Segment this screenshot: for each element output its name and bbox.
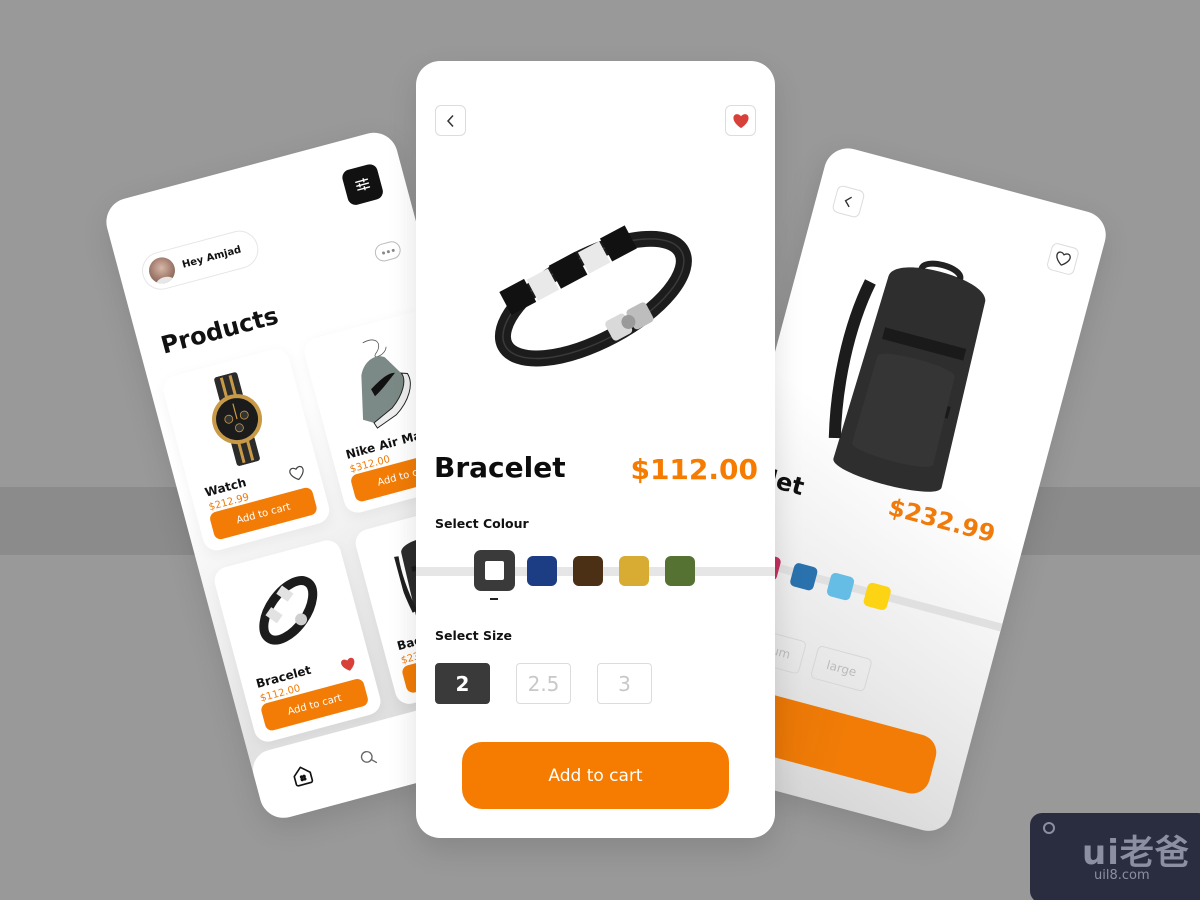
favorite-button[interactable] [725, 105, 756, 136]
home-icon[interactable] [289, 762, 317, 793]
heart-outline-icon[interactable] [287, 464, 307, 486]
sliders-icon [355, 178, 371, 191]
watermark-url: uil8.com [1094, 868, 1150, 883]
product-card-watch[interactable]: Watch $212.99 Add to cart [160, 345, 333, 554]
watch-image [183, 363, 292, 475]
product-price: $112.00 [630, 453, 758, 486]
colour-options [474, 550, 695, 600]
bracelet-hero-image [472, 191, 712, 401]
product-name: Bracelet [434, 451, 566, 484]
chevron-left-icon [446, 114, 454, 127]
add-to-cart-button[interactable]: Add to cart [462, 742, 729, 809]
colour-swatch[interactable] [527, 555, 557, 586]
watermark-badge: ui老爸 uil8.com [1030, 813, 1200, 900]
favorite-button[interactable] [1045, 241, 1081, 277]
colour-swatch[interactable] [789, 562, 819, 592]
size-option[interactable]: 2 [435, 663, 490, 704]
filter-button[interactable] [340, 162, 385, 207]
colour-swatch[interactable] [573, 555, 603, 586]
product-card-bracelet[interactable]: Bracelet $112.00 Add to cart [211, 537, 384, 745]
select-colour-label: Select Colour [435, 516, 529, 531]
heart-filled-icon [732, 113, 749, 128]
size-option[interactable]: 2.5 [516, 663, 571, 704]
chevron-left-icon [844, 196, 853, 208]
select-size-label: Select Size [435, 628, 513, 643]
colour-swatch[interactable] [619, 555, 649, 586]
size-option[interactable]: 3 [597, 663, 652, 704]
ellipsis-icon [381, 250, 385, 255]
heart-outline-icon [1056, 251, 1071, 266]
bracelet-image [234, 555, 343, 667]
colour-swatch[interactable] [862, 581, 892, 612]
back-button[interactable] [831, 184, 866, 219]
size-options: 2 2.5 3 [435, 663, 652, 704]
more-options-button[interactable] [372, 239, 403, 264]
colour-swatch[interactable] [665, 555, 695, 586]
colour-swatch[interactable] [825, 571, 856, 602]
selected-colour-indicator [485, 561, 504, 580]
search-icon[interactable] [357, 747, 380, 773]
watermark-logo: ui老爸 [1082, 833, 1190, 873]
heart-filled-icon[interactable] [339, 655, 359, 677]
greeting-text: Hey Amjad [180, 243, 243, 271]
bracelet-detail-screen: Bracelet $112.00 Select Colour Select Si… [416, 61, 775, 838]
avatar [146, 254, 178, 287]
colour-swatch[interactable] [474, 550, 515, 600]
backpack-hero-image [805, 240, 1022, 513]
size-option[interactable]: large [809, 644, 874, 693]
watermark-hole [1043, 822, 1055, 834]
back-button[interactable] [435, 105, 466, 136]
user-greeting-chip[interactable]: Hey Amjad [137, 226, 263, 294]
